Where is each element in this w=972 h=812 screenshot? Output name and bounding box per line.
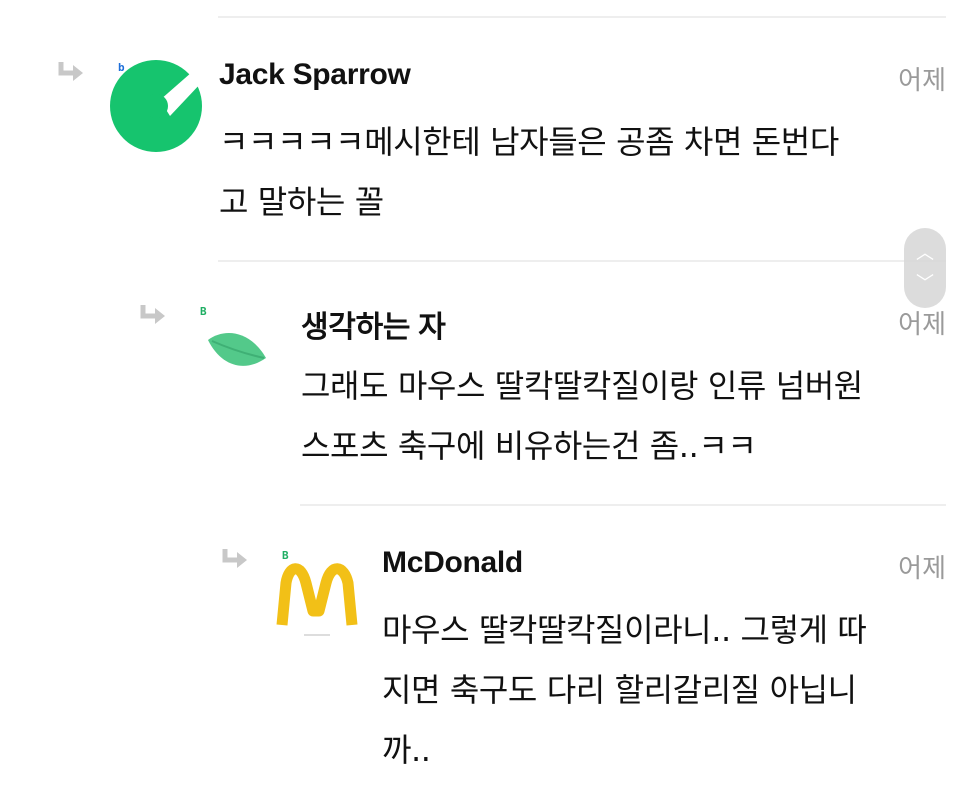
- comment-body: ㅋㅋㅋㅋㅋ메시한테 남자들은 공좀 차면 돈번다 고 말하는 꼴: [219, 112, 952, 232]
- chevron-up-icon[interactable]: ︿: [904, 244, 946, 264]
- comment-time: 어제: [898, 310, 946, 340]
- comment-line: 까..: [382, 731, 431, 769]
- reply-arrow-icon: [140, 305, 165, 324]
- comment-time: 어제: [898, 66, 946, 96]
- comment-time: 어제: [898, 554, 946, 584]
- comment-line: 지면 축구도 다리 할리갈리질 아닙니: [382, 671, 857, 709]
- chevron-down-icon[interactable]: ﹀: [904, 274, 946, 294]
- comment-author[interactable]: 생각하는 자: [301, 302, 446, 346]
- comment-line: 그래도 마우스 딸칵딸칵질이랑 인류 넘버원: [301, 367, 863, 405]
- scroll-controls: ︿ ﹀: [904, 228, 946, 308]
- divider: [218, 260, 946, 262]
- leaf-icon[interactable]: [206, 328, 268, 372]
- golden-arches-icon[interactable]: [276, 555, 358, 639]
- comment-line: ㅋㅋㅋㅋㅋ메시한테 남자들은 공좀 차면 돈번다: [219, 123, 839, 161]
- comment-line: 고 말하는 꼴: [219, 183, 384, 221]
- reply-arrow-icon: [58, 62, 83, 81]
- comment-body: 마우스 딸칵딸칵질이라니.. 그렇게 따 지면 축구도 다리 할리갈리질 아닙니…: [382, 600, 952, 780]
- comment-line: 마우스 딸칵딸칵질이라니.. 그렇게 따: [382, 611, 867, 649]
- reply-arrow-icon: [222, 549, 247, 568]
- comment-body: 그래도 마우스 딸칵딸칵질이랑 인류 넘버원 스포츠 축구에 비유하는건 좀..…: [301, 356, 952, 476]
- green-check-logo-icon[interactable]: [110, 60, 202, 152]
- divider: [300, 504, 946, 506]
- comment-line: 스포츠 축구에 비유하는건 좀..ㅋㅋ: [301, 427, 757, 465]
- comment-author[interactable]: Jack Sparrow: [219, 58, 411, 92]
- divider: [218, 16, 946, 18]
- level-badge: B: [200, 305, 207, 318]
- comment-author[interactable]: McDonald: [382, 546, 523, 580]
